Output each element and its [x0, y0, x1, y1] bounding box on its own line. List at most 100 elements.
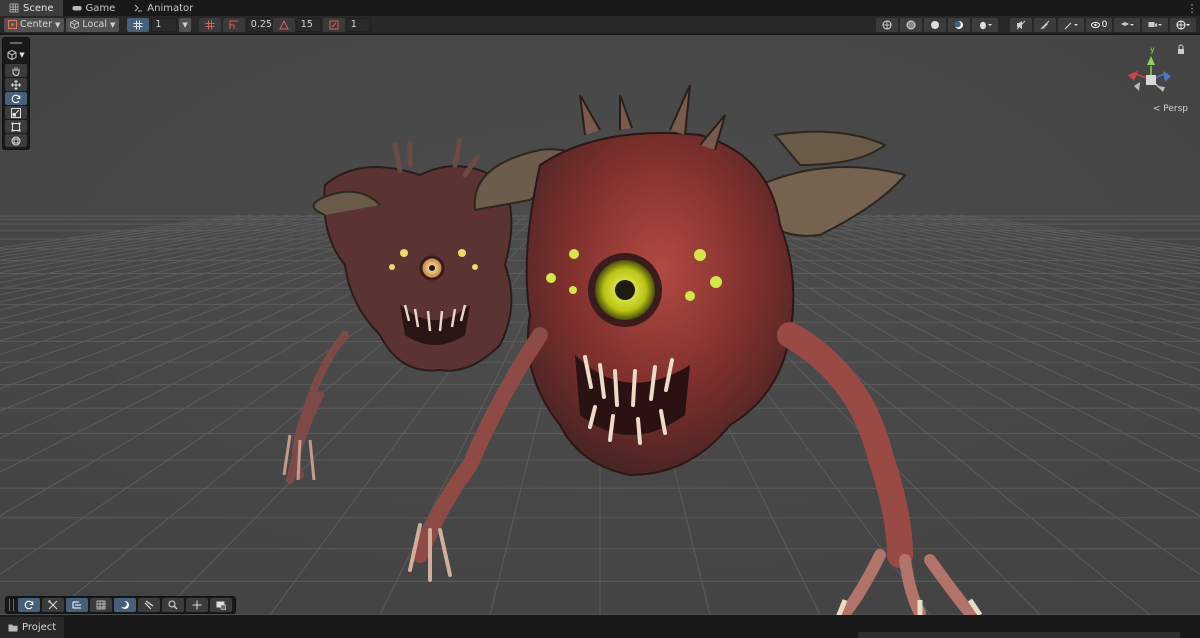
overlay-bones-button[interactable] — [42, 598, 64, 612]
overlay-search-button[interactable] — [162, 598, 184, 612]
moon-icon — [120, 601, 129, 609]
pivot-rotation-label: Local — [82, 19, 107, 30]
gamepad-icon — [72, 6, 81, 11]
globe-icon — [882, 20, 892, 29]
snap-toggle-button[interactable] — [198, 17, 221, 32]
tab-game-label: Game — [85, 2, 116, 14]
overlay-filter-button[interactable] — [90, 598, 112, 612]
scale-snap-icon — [329, 20, 339, 29]
move-snap-field[interactable]: 0.25 — [246, 17, 272, 32]
tab-animator[interactable]: Animator — [124, 0, 202, 16]
search-icon — [168, 600, 178, 610]
scale-icon — [11, 107, 21, 118]
chevron-down-icon: ▼ — [182, 20, 188, 29]
pivot-icon — [8, 20, 17, 29]
wand-icon — [1064, 22, 1078, 29]
chevron-down-icon: ▼ — [54, 20, 61, 29]
layers-dropdown[interactable] — [1114, 17, 1140, 32]
grid-size-field[interactable]: 1 — [151, 17, 178, 32]
lock-icon[interactable] — [1178, 49, 1184, 54]
tab-animator-label: Animator — [147, 2, 194, 14]
rotate-snap-field[interactable]: 15 — [296, 17, 321, 32]
scene-toolbar: Center ▼ Local ▼ 1 ▼ 0.25 15 1 0 — [0, 16, 1200, 34]
rect-transform-icon — [11, 122, 21, 131]
view-tool-dropdown[interactable]: ▼ — [5, 47, 27, 63]
tab-project-label: Project — [22, 622, 57, 633]
audio-off-icon — [1016, 20, 1026, 29]
palette-grip-handle[interactable] — [5, 40, 27, 46]
scale-snap-field[interactable]: 1 — [346, 17, 371, 32]
hand-tool-button[interactable] — [5, 64, 27, 77]
effects-dropdown[interactable] — [1058, 17, 1084, 32]
more-options-icon[interactable]: ⋮ — [1184, 0, 1200, 16]
tab-scene[interactable]: Scene — [0, 0, 63, 16]
grid-toggle-button[interactable] — [127, 17, 150, 32]
axis-y-cone[interactable] — [1147, 56, 1155, 65]
snap-grid-icon — [205, 20, 215, 29]
grid-icon — [133, 20, 143, 29]
tab-project[interactable]: Project — [0, 617, 65, 638]
bones-icon — [48, 600, 58, 610]
pivot-mode-dropdown[interactable]: Center ▼ — [4, 17, 65, 32]
pivot-rotation-dropdown[interactable]: Local ▼ — [66, 17, 120, 32]
rect-tool-button[interactable] — [5, 120, 27, 133]
projection-toggle[interactable]: < Persp — [1153, 104, 1188, 114]
eye-icon — [1090, 21, 1100, 28]
audio-toggle-button[interactable] — [1010, 17, 1032, 32]
grid-icon — [9, 3, 19, 13]
draw-mode-button[interactable] — [876, 17, 898, 32]
chevron-down-icon: ▼ — [110, 20, 116, 29]
bug-icon — [980, 21, 992, 29]
transform-icon — [11, 136, 21, 145]
project-search-field[interactable] — [858, 632, 1180, 638]
grid-options-dropdown[interactable]: ▼ — [179, 17, 191, 32]
scene-grid — [0, 35, 1200, 615]
scale-tool-button[interactable] — [5, 106, 27, 119]
scale-snap-button[interactable] — [322, 17, 345, 32]
tab-game[interactable]: Game — [63, 0, 125, 16]
folder-icon — [8, 624, 18, 632]
shaded-button[interactable] — [924, 17, 946, 32]
refresh-icon — [24, 600, 34, 610]
move-arrows-icon — [192, 600, 202, 610]
moon-icon — [954, 20, 963, 29]
camera-dropdown[interactable] — [1142, 17, 1168, 32]
lit-toggle-button[interactable] — [948, 17, 970, 32]
shaded-wireframe-button[interactable] — [900, 17, 922, 32]
overlay-rotate-button[interactable] — [18, 598, 40, 612]
rotate-icon — [11, 94, 21, 103]
axis-x-cone[interactable] — [1128, 71, 1138, 81]
camera-preview-icon — [216, 601, 226, 610]
increment-snap-button[interactable] — [222, 17, 245, 32]
animator-icon — [134, 4, 143, 12]
visibility-toggle-button[interactable]: 0 — [1086, 17, 1112, 32]
overlay-move-button[interactable] — [186, 598, 208, 612]
overlay-lighting-button[interactable] — [114, 598, 136, 612]
rotate-snap-icon — [278, 19, 289, 29]
chevron-down-icon: ▼ — [19, 51, 25, 59]
window-tab-bar: Scene Game Animator ⋮ — [0, 0, 1200, 16]
effects-toggle-button[interactable] — [1034, 17, 1056, 32]
move-tool-button[interactable] — [5, 78, 27, 91]
overlay-paint-button[interactable] — [138, 598, 160, 612]
axis-z-cone[interactable] — [1163, 71, 1171, 82]
cube-icon — [7, 50, 17, 60]
shaded-sphere-icon — [906, 20, 916, 29]
layers-icon — [1121, 21, 1134, 26]
scene-viewport[interactable] — [0, 35, 1200, 615]
overlay-hierarchy-button[interactable] — [66, 598, 88, 612]
gizmos-dropdown[interactable] — [1170, 17, 1196, 32]
hierarchy-icon — [72, 601, 81, 609]
tool-palette: ▼ — [2, 37, 30, 150]
transform-tool-button[interactable] — [5, 134, 27, 147]
overlay-grip-handle[interactable] — [9, 599, 14, 611]
axis-y-label: y — [1150, 45, 1155, 54]
overlay-camera-button[interactable] — [210, 598, 232, 612]
debug-dropdown[interactable] — [972, 17, 998, 32]
move-arrows-icon — [11, 79, 21, 90]
gizmo-center-cube[interactable] — [1146, 75, 1156, 85]
cube-icon — [70, 20, 80, 29]
gizmo-icon — [1176, 20, 1190, 29]
rotate-tool-button[interactable] — [5, 92, 27, 105]
rotate-snap-button[interactable] — [272, 17, 295, 32]
